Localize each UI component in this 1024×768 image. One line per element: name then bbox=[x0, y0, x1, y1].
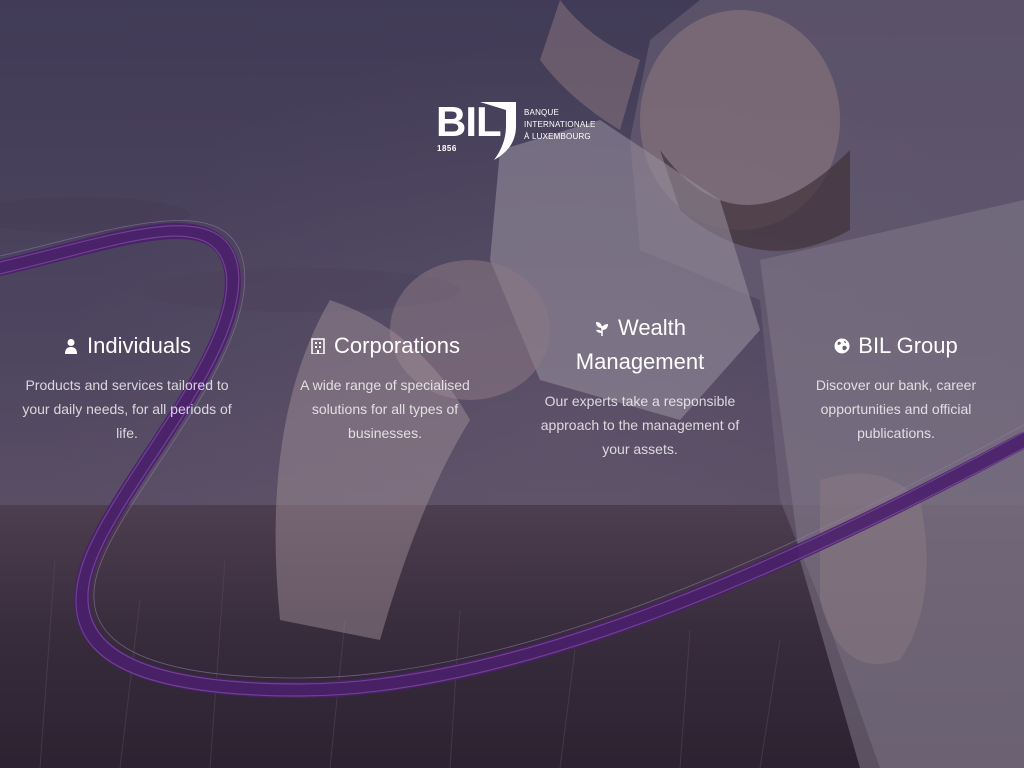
logo-year: 1856 bbox=[437, 144, 457, 153]
section-description: Our experts take a responsible approach … bbox=[540, 393, 740, 457]
section-title-label: BIL Group bbox=[858, 333, 958, 358]
user-icon bbox=[65, 339, 78, 354]
section-individuals-title[interactable]: Individuals bbox=[22, 329, 232, 363]
section-wealth-management[interactable]: Wealth Management Our experts take a res… bbox=[535, 311, 745, 461]
logo-line-3: À LUXEMBOURG bbox=[524, 132, 591, 141]
building-icon bbox=[311, 338, 325, 354]
section-corporations-title[interactable]: Corporations bbox=[280, 329, 490, 363]
landing-page: BIL 1856 BANQUE INTERNATIONALE À LUXEMBO… bbox=[0, 0, 1024, 768]
section-corporations[interactable]: Corporations A wide range of specialised… bbox=[280, 329, 490, 445]
section-description: A wide range of specialised solutions fo… bbox=[300, 377, 470, 441]
logo-line-2: INTERNATIONALE bbox=[524, 120, 596, 129]
logo-line-1: BANQUE bbox=[524, 108, 559, 117]
section-wealth-management-title[interactable]: Wealth Management bbox=[535, 311, 745, 379]
section-title-label: Individuals bbox=[87, 333, 191, 358]
globe-icon bbox=[834, 338, 850, 354]
shield-icon bbox=[480, 102, 516, 160]
section-individuals[interactable]: Individuals Products and services tailor… bbox=[22, 329, 232, 445]
bil-logo[interactable]: BIL 1856 BANQUE INTERNATIONALE À LUXEMBO… bbox=[436, 100, 596, 164]
logo-text: BANQUE INTERNATIONALE À LUXEMBOURG bbox=[524, 107, 596, 143]
section-title-label: Corporations bbox=[334, 333, 460, 358]
section-description: Discover our bank, career opportunities … bbox=[815, 377, 977, 441]
section-description: Products and services tailored to your d… bbox=[22, 377, 232, 441]
section-bil-group-title[interactable]: BIL Group bbox=[791, 329, 1001, 363]
leaf-icon bbox=[595, 322, 608, 336]
logo-mark: BIL 1856 bbox=[436, 100, 520, 164]
section-bil-group[interactable]: BIL Group Discover our bank, career oppo… bbox=[791, 329, 1001, 445]
